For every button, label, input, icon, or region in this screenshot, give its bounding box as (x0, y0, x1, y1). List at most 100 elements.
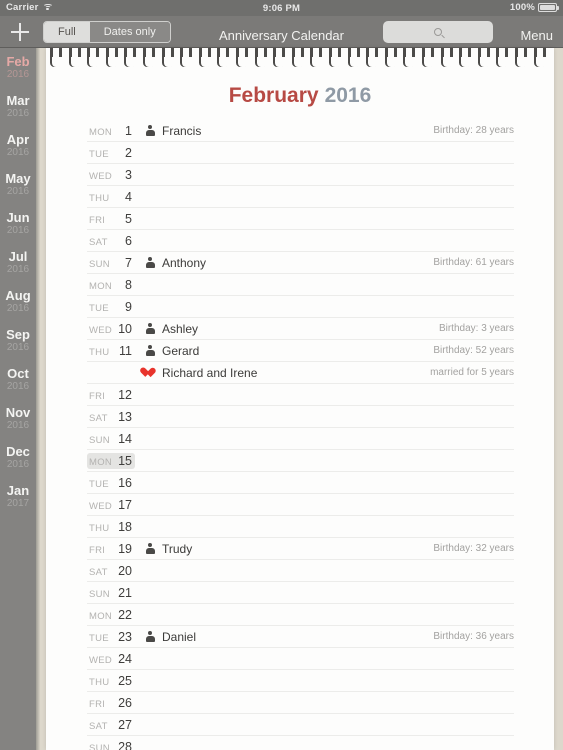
person-icon (145, 344, 155, 357)
day-row[interactable]: MON 22 (87, 604, 514, 626)
person-icon (145, 256, 155, 269)
sidebar-month-label: Aug (5, 288, 31, 303)
day-row[interactable]: MON 15 (87, 450, 514, 472)
person-icon (140, 124, 160, 137)
day-row[interactable]: WED 3 (87, 164, 514, 186)
day-row[interactable]: THU 11 Gerard Birthday: 52 years (87, 340, 514, 362)
sidebar-month-label: Apr (6, 132, 30, 147)
day-date-group: WED 10 (87, 321, 135, 337)
day-row[interactable]: SAT 13 (87, 406, 514, 428)
sidebar-item-sep-2016[interactable]: Sep 2016 (0, 321, 36, 360)
day-date-group: THU 11 (87, 343, 135, 359)
day-date-group: FRI 12 (87, 387, 135, 403)
person-icon (145, 124, 155, 137)
person-icon (145, 630, 155, 643)
day-row[interactable]: FRI 26 (87, 692, 514, 714)
weekday-label: WED (89, 170, 113, 182)
status-bar-clock: 9:06 PM (262, 2, 301, 14)
menu-button[interactable]: Menu (520, 28, 553, 43)
person-icon (140, 542, 160, 555)
day-number-label: 14 (118, 431, 132, 446)
day-date-group: TUE 9 (87, 299, 135, 315)
day-number-label: 10 (118, 321, 132, 336)
sidebar-item-jan-2017[interactable]: Jan 2017 (0, 477, 36, 516)
person-icon (140, 630, 160, 643)
day-row[interactable]: THU 18 (87, 516, 514, 538)
day-number-label: 21 (118, 585, 132, 600)
day-date-group: THU 18 (87, 519, 135, 535)
sidebar-item-may-2016[interactable]: May 2016 (0, 165, 36, 204)
event-note-label: Birthday: 52 years (433, 345, 514, 356)
sidebar-month-label: Mar (6, 93, 30, 108)
day-row[interactable]: SAT 6 (87, 230, 514, 252)
day-row[interactable]: TUE 23 Daniel Birthday: 36 years (87, 626, 514, 648)
sidebar-item-aug-2016[interactable]: Aug 2016 (0, 282, 36, 321)
sidebar-item-apr-2016[interactable]: Apr 2016 (0, 126, 36, 165)
day-row[interactable]: TUE 9 (87, 296, 514, 318)
day-number-label: 1 (125, 123, 132, 138)
day-row[interactable]: THU 4 (87, 186, 514, 208)
weekday-label: SAT (89, 566, 108, 578)
day-number-label: 20 (118, 563, 132, 578)
event-name-label: Daniel (162, 629, 197, 644)
event-name-label: Trudy (162, 541, 193, 556)
event-note-label: Birthday: 36 years (433, 631, 514, 642)
day-row[interactable]: MON 1 Francis Birthday: 28 years (87, 120, 514, 142)
sidebar-item-oct-2016[interactable]: Oct 2016 (0, 360, 36, 399)
day-row[interactable]: TUE 2 (87, 142, 514, 164)
day-row[interactable]: THU 25 (87, 670, 514, 692)
weekday-label: SUN (89, 742, 110, 750)
event-name-label: Anthony (162, 255, 207, 270)
weekday-label: SUN (89, 258, 110, 270)
weekday-label: MON (89, 126, 113, 138)
day-row[interactable]: SUN 14 (87, 428, 514, 450)
sidebar-month-label: Jul (8, 249, 28, 264)
sidebar-item-jun-2016[interactable]: Jun 2016 (0, 204, 36, 243)
day-row[interactable]: FRI 19 Trudy Birthday: 32 years (87, 538, 514, 560)
day-row[interactable]: SAT 20 (87, 560, 514, 582)
sidebar-month-label: Jan (6, 483, 30, 498)
day-row[interactable]: TUE 16 (87, 472, 514, 494)
person-icon (140, 256, 160, 269)
day-row[interactable]: SAT 27 (87, 714, 514, 736)
weekday-label: SAT (89, 720, 108, 732)
toolbar: Full Dates only Anniversary Calendar Men… (0, 16, 563, 48)
day-date-group: SAT 27 (87, 717, 135, 733)
day-date-group: THU 25 (87, 673, 135, 689)
heart-icon (140, 368, 160, 378)
sidebar-item-mar-2016[interactable]: Mar 2016 (0, 87, 36, 126)
day-row[interactable]: Richard and Irene married for 5 years (87, 362, 514, 384)
day-row[interactable]: SUN 7 Anthony Birthday: 61 years (87, 252, 514, 274)
day-date-group: MON 22 (87, 607, 135, 623)
status-bar-right: 100% (510, 2, 559, 13)
person-icon (145, 322, 155, 335)
day-list[interactable]: MON 1 Francis Birthday: 28 years TUE 2 WED 3 THU… (46, 120, 554, 750)
day-row[interactable]: FRI 12 (87, 384, 514, 406)
day-number-label: 3 (125, 167, 132, 182)
weekday-label: SUN (89, 588, 110, 600)
day-row[interactable]: SUN 28 (87, 736, 514, 750)
day-number-label: 16 (118, 475, 132, 490)
battery-icon (538, 3, 559, 12)
event-name-label: Gerard (162, 343, 200, 358)
day-number-label: 28 (118, 739, 132, 750)
sidebar-item-feb-2016[interactable]: Feb 2016 (0, 48, 36, 87)
day-row[interactable]: MON 8 (87, 274, 514, 296)
day-row[interactable]: SUN 21 (87, 582, 514, 604)
day-row[interactable]: WED 10 Ashley Birthday: 3 years (87, 318, 514, 340)
day-date-group: WED 17 (87, 497, 135, 513)
sidebar-item-jul-2016[interactable]: Jul 2016 (0, 243, 36, 282)
sidebar-month-label: Feb (6, 54, 30, 69)
sidebar-item-nov-2016[interactable]: Nov 2016 (0, 399, 36, 438)
day-row[interactable]: WED 24 (87, 648, 514, 670)
sidebar-year-label: 2016 (6, 186, 30, 197)
month-sidebar[interactable]: Feb 2016 Mar 2016 Apr 2016 May 2016 Jun 2016 Jul 20… (0, 48, 36, 750)
search-input[interactable] (383, 21, 493, 43)
weekday-label: THU (89, 522, 110, 534)
day-row[interactable]: FRI 5 (87, 208, 514, 230)
sidebar-month-label: Nov (5, 405, 31, 420)
sidebar-item-dec-2016[interactable]: Dec 2016 (0, 438, 36, 477)
day-row[interactable]: WED 17 (87, 494, 514, 516)
day-number-label: 22 (118, 607, 132, 622)
weekday-label: SAT (89, 236, 108, 248)
